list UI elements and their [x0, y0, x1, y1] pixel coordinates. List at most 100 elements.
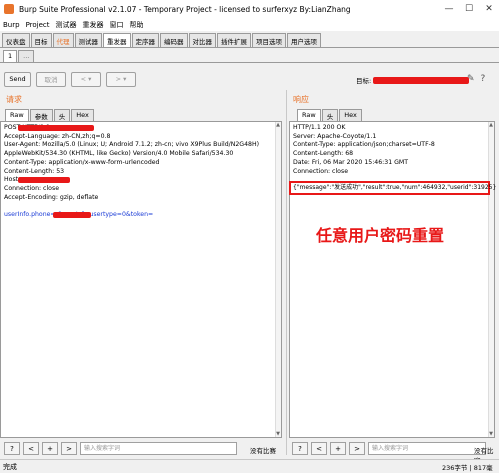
request-tab-raw[interactable]: Raw — [5, 109, 29, 121]
back-button[interactable]: < ▾ — [71, 71, 101, 87]
response-search-add-button[interactable]: + — [330, 442, 346, 455]
response-search-help-button[interactable]: ? — [292, 442, 308, 455]
subtab-divider — [0, 62, 499, 63]
tool-tabs: 仪表盘 目标 代理 测试器 重发器 定序器 编码器 对比器 插件扩展 项目选项 … — [2, 33, 322, 47]
menu-help[interactable]: 帮助 — [130, 20, 144, 30]
pencil-icon[interactable]: ✎ — [467, 74, 475, 84]
redacted-host — [373, 76, 470, 84]
request-search-help-button[interactable]: ? — [4, 442, 20, 455]
response-editor[interactable]: HTTP/1.1 200 OK Server: Apache-Coyote/1.… — [289, 121, 495, 438]
response-search-input[interactable]: 输入搜索字词 — [368, 442, 486, 455]
tab-comparer[interactable]: 对比器 — [188, 33, 216, 47]
annotation-text: 任意用户密码重置 — [316, 226, 445, 245]
request-line-5: Content-Length: 53 — [4, 167, 65, 175]
response-line-2: Content-Type: application/json;charset=U… — [293, 141, 435, 149]
minimize-icon[interactable]: — — [439, 4, 459, 14]
response-search-next-button[interactable]: > — [349, 442, 365, 455]
menu-bar: Burp Project 测试器 重发器 窗口 帮助 — [0, 18, 499, 31]
request-line-3: AppleWebKit/534.30 (KHTML, like Gecko) V… — [4, 150, 234, 158]
target-icons: ✎ ? — [467, 74, 491, 84]
response-tabs: Raw 头 Hex — [297, 109, 363, 121]
response-search-prev-button[interactable]: < — [311, 442, 327, 455]
response-json-body: {"message":"发送成功","result":true,"num":46… — [293, 184, 497, 191]
request-tab-params[interactable]: 参数 — [29, 109, 53, 121]
response-size-time: 236字节 | 817毫秒 — [442, 464, 493, 472]
request-line-8: Accept-Encoding: gzip, deflate — [4, 193, 99, 201]
scroll-down-icon[interactable]: ▼ — [275, 431, 281, 437]
response-line-4: Date: Fri, 06 Mar 2020 15:46:31 GMT — [293, 158, 409, 166]
forward-button[interactable]: > ▾ — [106, 71, 136, 87]
redacted-host-header — [18, 177, 70, 184]
tab-sequencer[interactable]: 定序器 — [131, 33, 159, 47]
response-line-1: Server: Apache-Coyote/1.1 — [293, 132, 377, 140]
repeater-tab-new[interactable]: ... — [18, 50, 35, 62]
request-title: 请求 — [6, 95, 22, 104]
request-search-input[interactable]: 输入搜索字词 — [80, 442, 237, 455]
tab-extender[interactable]: 插件扩展 — [217, 33, 251, 47]
tab-intruder[interactable]: 测试器 — [74, 33, 102, 47]
tab-project-options[interactable]: 项目选项 — [252, 33, 286, 47]
scroll-down-icon[interactable]: ▼ — [488, 431, 494, 437]
request-line-2: User-Agent: Mozilla/5.0 (Linux; U; Andro… — [4, 141, 260, 149]
request-line-1: Accept-Language: zh-CN,zh;q=0.8 — [4, 132, 111, 140]
split-divider[interactable] — [286, 90, 287, 455]
menu-window[interactable]: 窗口 — [110, 20, 124, 30]
request-search-add-button[interactable]: + — [42, 442, 58, 455]
burp-window: Burp Suite Professional v2.1.07 - Tempor… — [0, 0, 499, 473]
response-tab-raw[interactable]: Raw — [297, 109, 321, 121]
redacted-path — [18, 125, 94, 131]
repeater-subtabs: 1 ... — [3, 50, 35, 62]
maximize-icon[interactable]: ☐ — [459, 4, 479, 14]
burp-logo-icon — [4, 4, 14, 14]
tab-target[interactable]: 目标 — [30, 33, 52, 47]
request-scrollbar[interactable]: ▲ ▼ — [275, 122, 281, 437]
request-no-match: 没有比赛 — [250, 447, 276, 455]
status-bar: 完成 236字节 | 817毫秒 — [0, 459, 499, 473]
request-line-6: Host: — [1, 176, 281, 185]
tab-proxy[interactable]: 代理 — [52, 33, 74, 47]
request-search-next-button[interactable]: > — [61, 442, 77, 455]
request-search-prev-button[interactable]: < — [23, 442, 39, 455]
tab-decoder[interactable]: 编码器 — [160, 33, 188, 47]
repeater-tab-1[interactable]: 1 — [3, 50, 18, 62]
response-search-row: ? < + > 输入搜索字词 — [292, 442, 486, 455]
target-field[interactable]: 目标: — [356, 75, 470, 85]
help-icon[interactable]: ? — [481, 74, 486, 84]
scroll-up-icon[interactable]: ▲ — [275, 122, 281, 128]
action-row: Send 取消 < ▾ > ▾ — [4, 71, 141, 87]
menu-repeater[interactable]: 重发器 — [83, 20, 104, 30]
request-editor[interactable]: POST HTTP/1.1 Accept-Language: zh-CN,zh;… — [0, 121, 282, 438]
request-line-4: Content-Type: application/x-www-form-url… — [4, 158, 160, 166]
request-search-row: ? < + > 输入搜索字词 — [4, 442, 237, 455]
close-icon[interactable]: ✕ — [479, 4, 499, 14]
response-scrollbar[interactable]: ▲ ▼ — [488, 122, 494, 437]
request-tabs: Raw 参数 头 Hex — [5, 109, 95, 121]
request-line-9 — [1, 202, 281, 211]
redacted-phone — [53, 212, 91, 219]
cancel-button[interactable]: 取消 — [36, 71, 66, 87]
window-title: Burp Suite Professional v2.1.07 - Tempor… — [19, 4, 351, 14]
request-body: userInfo.phone= &userInfo.usertype=0&tok… — [4, 211, 154, 219]
request-tab-headers[interactable]: 头 — [53, 109, 71, 121]
tab-repeater[interactable]: 重发器 — [103, 33, 131, 47]
response-tab-headers[interactable]: 头 — [321, 109, 339, 121]
response-line-5: Connection: close — [293, 167, 348, 175]
response-title: 响应 — [293, 95, 309, 104]
request-line-0: POST HTTP/1.1 — [1, 124, 281, 133]
highlighted-json-response: {"message":"发送成功","result":true,"num":46… — [289, 181, 497, 195]
menu-intruder[interactable]: 测试器 — [56, 20, 77, 30]
response-tab-hex[interactable]: Hex — [339, 109, 362, 121]
request-tab-hex[interactable]: Hex — [71, 109, 94, 121]
response-line-0: HTTP/1.1 200 OK — [293, 124, 346, 131]
scroll-up-icon[interactable]: ▲ — [488, 122, 494, 128]
tab-divider — [0, 47, 499, 48]
menu-project[interactable]: Project — [26, 21, 50, 29]
tab-dashboard[interactable]: 仪表盘 — [2, 33, 30, 47]
status-text: 完成 — [3, 463, 17, 471]
tab-user-options[interactable]: 用户选项 — [287, 33, 321, 47]
request-line-7: Connection: close — [4, 184, 59, 192]
title-bar: Burp Suite Professional v2.1.07 - Tempor… — [0, 0, 499, 18]
response-line-3: Content-Length: 68 — [293, 150, 354, 158]
send-button[interactable]: Send — [4, 71, 31, 87]
menu-burp[interactable]: Burp — [3, 21, 20, 29]
